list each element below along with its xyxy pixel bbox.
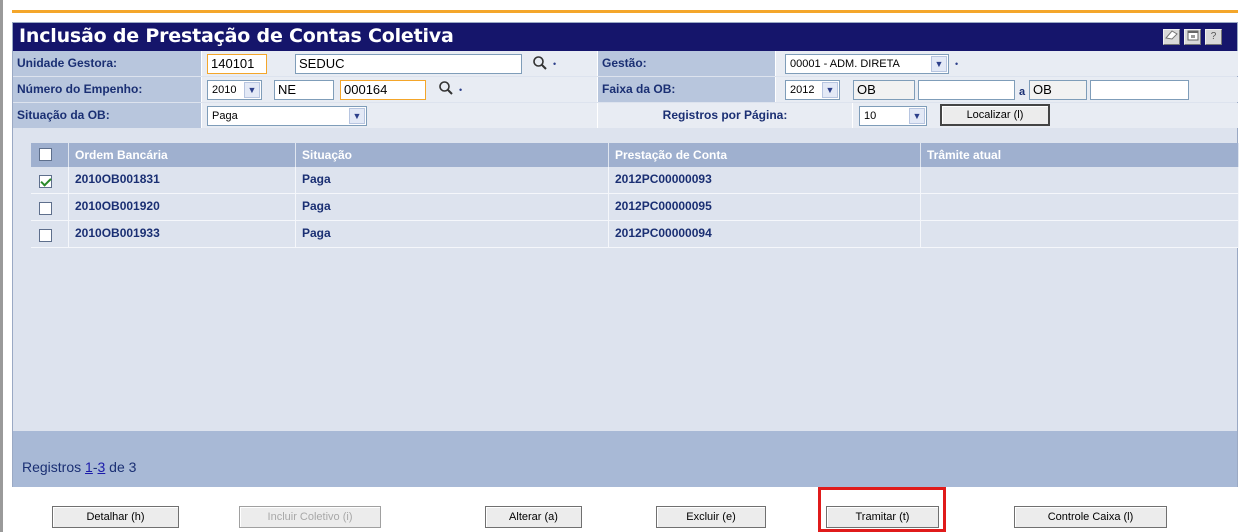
pagination-bar [13,431,1237,487]
grid-header: Ordem Bancária Situação Prestação de Con… [13,143,1239,167]
row-checkbox[interactable] [39,202,52,215]
table-row[interactable]: 2010OB001831 Paga 2012PC00000093 [13,167,1239,194]
alterar-button[interactable]: Alterar (a) [485,506,582,528]
empenho-number-input[interactable]: 000164 [340,80,426,100]
chevron-down-icon: ▼ [931,56,947,72]
situacao-label: Situação da OB: [13,103,202,128]
chevron-down-icon: ▼ [909,108,925,124]
registros-label: Registros por Página: [598,103,853,128]
chevron-down-icon: ▼ [349,108,365,124]
select-all-checkbox[interactable] [39,148,52,161]
form-row-situacao: Situação da OB: Paga ▼ Registros por Pági… [13,103,1239,129]
required-marker: • [955,59,959,69]
empenho-year-value: 2010 [212,84,237,96]
empenho-type-input[interactable]: NE [274,80,334,100]
gestao-select-value: 00001 - ADM. DIRETA [790,58,900,70]
faixa-from-prefix-input[interactable]: OB [853,80,915,100]
col-header-prestacao[interactable]: Prestação de Conta [609,143,921,167]
faixa-to-input[interactable] [1090,80,1189,100]
left-edge-bar [0,0,3,532]
form-row-empenho: Número do Empenho: 2010 ▼ NE 000164 • Fai… [13,77,1239,103]
unidade-label: Unidade Gestora: [13,51,202,76]
col-header-situacao[interactable]: Situação [296,143,609,167]
title-bar: Inclusão de Prestação de Contas Coletiva… [13,23,1237,51]
unidade-code-input[interactable]: 140101 [207,54,267,74]
gestao-label: Gestão: [598,51,776,76]
registros-select[interactable]: 10 ▼ [859,106,927,126]
cell-prestacao: 2012PC00000093 [609,167,921,194]
cell-ordem: 2010OB001831 [69,167,296,194]
faixa-year-select[interactable]: 2012 ▼ [785,80,840,100]
incluir-coletivo-button[interactable]: Incluir Coletivo (i) [239,506,381,528]
localizar-button[interactable]: Localizar (l) [940,104,1050,126]
top-accent-rule [12,10,1238,13]
controle-caixa-button[interactable]: Controle Caixa (l) [1014,506,1167,528]
chevron-down-icon: ▼ [244,82,260,98]
cell-tramite [921,194,1239,221]
chevron-down-icon: ▼ [822,82,838,98]
col-header-tramite[interactable]: Trâmite atual [921,143,1239,167]
cell-tramite [921,167,1239,194]
pagination-link-first[interactable]: 1 [85,459,93,475]
situacao-select[interactable]: Paga ▼ [207,106,367,126]
unidade-name-input[interactable]: SEDUC [295,54,522,74]
pagination-text: Registros 1-3 de 3 [22,459,136,475]
cell-tramite [921,221,1239,248]
required-marker: • [459,85,463,95]
required-marker: • [553,59,557,69]
excluir-button[interactable]: Excluir (e) [656,506,766,528]
cell-situacao: Paga [296,194,609,221]
help-icon[interactable]: ? [1205,29,1222,45]
empenho-year-select[interactable]: 2010 ▼ [207,80,262,100]
pagination-prefix: Registros [22,459,86,475]
cell-ordem: 2010OB001933 [69,221,296,248]
cell-prestacao: 2012PC00000094 [609,221,921,248]
faixa-label: Faixa da OB: [598,77,776,102]
faixa-to-prefix-input[interactable]: OB [1029,80,1087,100]
form-row-unidade: Unidade Gestora: 140101 SEDUC • Gestão: … [13,51,1239,77]
highlight-box [818,487,946,532]
faixa-year-value: 2012 [790,84,815,96]
empenho-label: Número do Empenho: [13,77,202,102]
window-icon[interactable] [1184,29,1201,45]
detalhar-button[interactable]: Detalhar (h) [52,506,179,528]
gestao-select[interactable]: 00001 - ADM. DIRETA ▼ [785,54,949,74]
page-title: Inclusão de Prestação de Contas Coletiva [19,25,454,47]
row-checkbox[interactable] [39,175,52,188]
faixa-separator: a [1019,86,1026,98]
registros-select-value: 10 [864,110,877,122]
faixa-from-input[interactable] [918,80,1015,100]
cell-situacao: Paga [296,221,609,248]
search-icon[interactable] [438,80,454,96]
pagination-suffix: de 3 [105,459,137,475]
cell-prestacao: 2012PC00000095 [609,194,921,221]
row-checkbox[interactable] [39,229,52,242]
cell-ordem: 2010OB001920 [69,194,296,221]
search-icon[interactable] [532,55,548,71]
table-row[interactable]: 2010OB001920 Paga 2012PC00000095 [13,194,1239,221]
situacao-select-value: Paga [212,110,238,122]
cell-situacao: Paga [296,167,609,194]
eraser-icon[interactable] [1163,29,1180,45]
main-window: Inclusão de Prestação de Contas Coletiva… [12,22,1239,487]
col-header-ordem[interactable]: Ordem Bancária [69,143,296,167]
table-row[interactable]: 2010OB001933 Paga 2012PC00000094 [13,221,1239,248]
